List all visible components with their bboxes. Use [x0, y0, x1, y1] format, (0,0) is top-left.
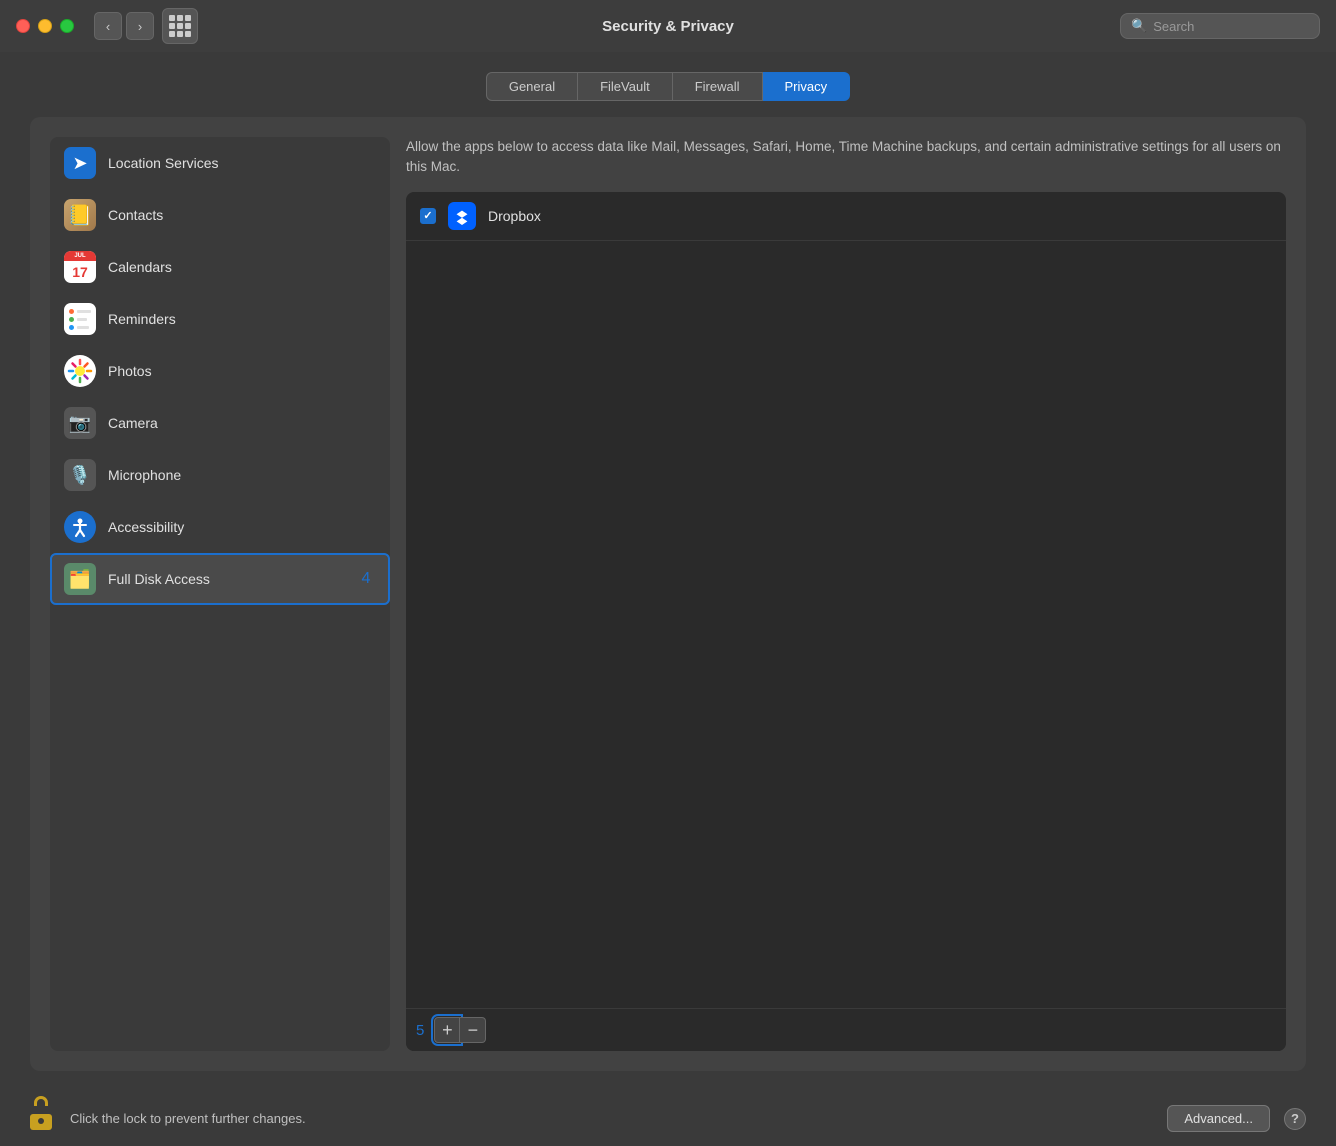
- sidebar-item-camera[interactable]: 📷 Camera: [50, 397, 390, 449]
- sidebar-item-contacts[interactable]: 📒 Contacts: [50, 189, 390, 241]
- photos-icon: [64, 355, 96, 387]
- description-text: Allow the apps below to access data like…: [406, 137, 1286, 178]
- close-button[interactable]: [16, 19, 30, 33]
- tab-general[interactable]: General: [486, 72, 578, 101]
- sidebar-item-label: Microphone: [108, 467, 181, 483]
- camera-icon: 📷: [64, 407, 96, 439]
- panel-inner: ➤ Location Services 📒 Contacts JUL 17: [30, 117, 1306, 1071]
- sidebar-item-label: Full Disk Access: [108, 571, 210, 587]
- back-button[interactable]: ‹: [94, 12, 122, 40]
- traffic-lights: [16, 19, 74, 33]
- app-item-dropbox[interactable]: ✓ Dropbox: [406, 192, 1286, 241]
- dropbox-icon: [448, 202, 476, 230]
- sidebar-item-location-services[interactable]: ➤ Location Services: [50, 137, 390, 189]
- sidebar-item-reminders[interactable]: Reminders: [50, 293, 390, 345]
- right-content: Allow the apps below to access data like…: [406, 137, 1286, 1051]
- tab-firewall[interactable]: Firewall: [673, 72, 763, 101]
- sidebar-item-microphone[interactable]: 🎙️ Microphone: [50, 449, 390, 501]
- sidebar: ➤ Location Services 📒 Contacts JUL 17: [50, 137, 390, 1051]
- full-disk-access-icon: 🗂️: [64, 563, 96, 595]
- calendars-icon: JUL 17: [64, 251, 96, 283]
- search-box[interactable]: 🔍: [1120, 13, 1320, 39]
- nav-buttons: ‹ ›: [94, 12, 154, 40]
- app-name-dropbox: Dropbox: [488, 208, 541, 224]
- grid-icon: [169, 15, 191, 37]
- list-count: 5: [416, 1022, 424, 1039]
- minimize-button[interactable]: [38, 19, 52, 33]
- maximize-button[interactable]: [60, 19, 74, 33]
- help-button[interactable]: ?: [1284, 1108, 1306, 1130]
- advanced-button[interactable]: Advanced...: [1167, 1105, 1270, 1132]
- accessibility-icon: [64, 511, 96, 543]
- reminders-icon: [64, 303, 96, 335]
- sidebar-item-calendars[interactable]: JUL 17 Calendars: [50, 241, 390, 293]
- tab-filevault[interactable]: FileVault: [578, 72, 673, 101]
- tabs: General FileVault Firewall Privacy: [30, 72, 1306, 101]
- remove-app-button[interactable]: −: [460, 1017, 486, 1043]
- sidebar-item-accessibility[interactable]: Accessibility: [50, 501, 390, 553]
- contacts-icon: 📒: [64, 199, 96, 231]
- microphone-icon: 🎙️: [64, 459, 96, 491]
- apps-list: ✓ Dropbox: [406, 192, 1286, 1009]
- forward-button[interactable]: ›: [126, 12, 154, 40]
- sidebar-item-label: Accessibility: [108, 519, 184, 535]
- tab-privacy[interactable]: Privacy: [763, 72, 851, 101]
- list-bottom: 5 + −: [406, 1008, 1286, 1051]
- sidebar-item-label: Photos: [108, 363, 152, 379]
- sidebar-item-photos[interactable]: Photos: [50, 345, 390, 397]
- window-title: Security & Privacy: [602, 18, 734, 35]
- footer: Click the lock to prevent further change…: [0, 1091, 1336, 1146]
- sidebar-item-label: Camera: [108, 415, 158, 431]
- sidebar-item-label: Location Services: [108, 155, 219, 171]
- search-input[interactable]: [1153, 19, 1309, 34]
- apps-list-container: ✓ Dropbox 5: [406, 192, 1286, 1052]
- sidebar-item-label: Reminders: [108, 311, 176, 327]
- sidebar-item-full-disk-access[interactable]: 🗂️ Full Disk Access 4: [50, 553, 390, 605]
- add-app-button[interactable]: +: [434, 1017, 460, 1043]
- footer-lock-text: Click the lock to prevent further change…: [70, 1111, 306, 1126]
- grid-button[interactable]: [162, 8, 198, 44]
- panel: ➤ Location Services 📒 Contacts JUL 17: [30, 117, 1306, 1071]
- main-content: General FileVault Firewall Privacy ➤ Loc…: [0, 52, 1336, 1091]
- search-icon: 🔍: [1131, 18, 1147, 34]
- sidebar-item-label: Calendars: [108, 259, 172, 275]
- lock-icon: [30, 1106, 56, 1132]
- dropbox-checkbox[interactable]: ✓: [420, 208, 436, 224]
- titlebar: ‹ › Security & Privacy 🔍: [0, 0, 1336, 52]
- location-services-icon: ➤: [64, 147, 96, 179]
- full-disk-access-badge: 4: [356, 570, 376, 588]
- sidebar-item-label: Contacts: [108, 207, 163, 223]
